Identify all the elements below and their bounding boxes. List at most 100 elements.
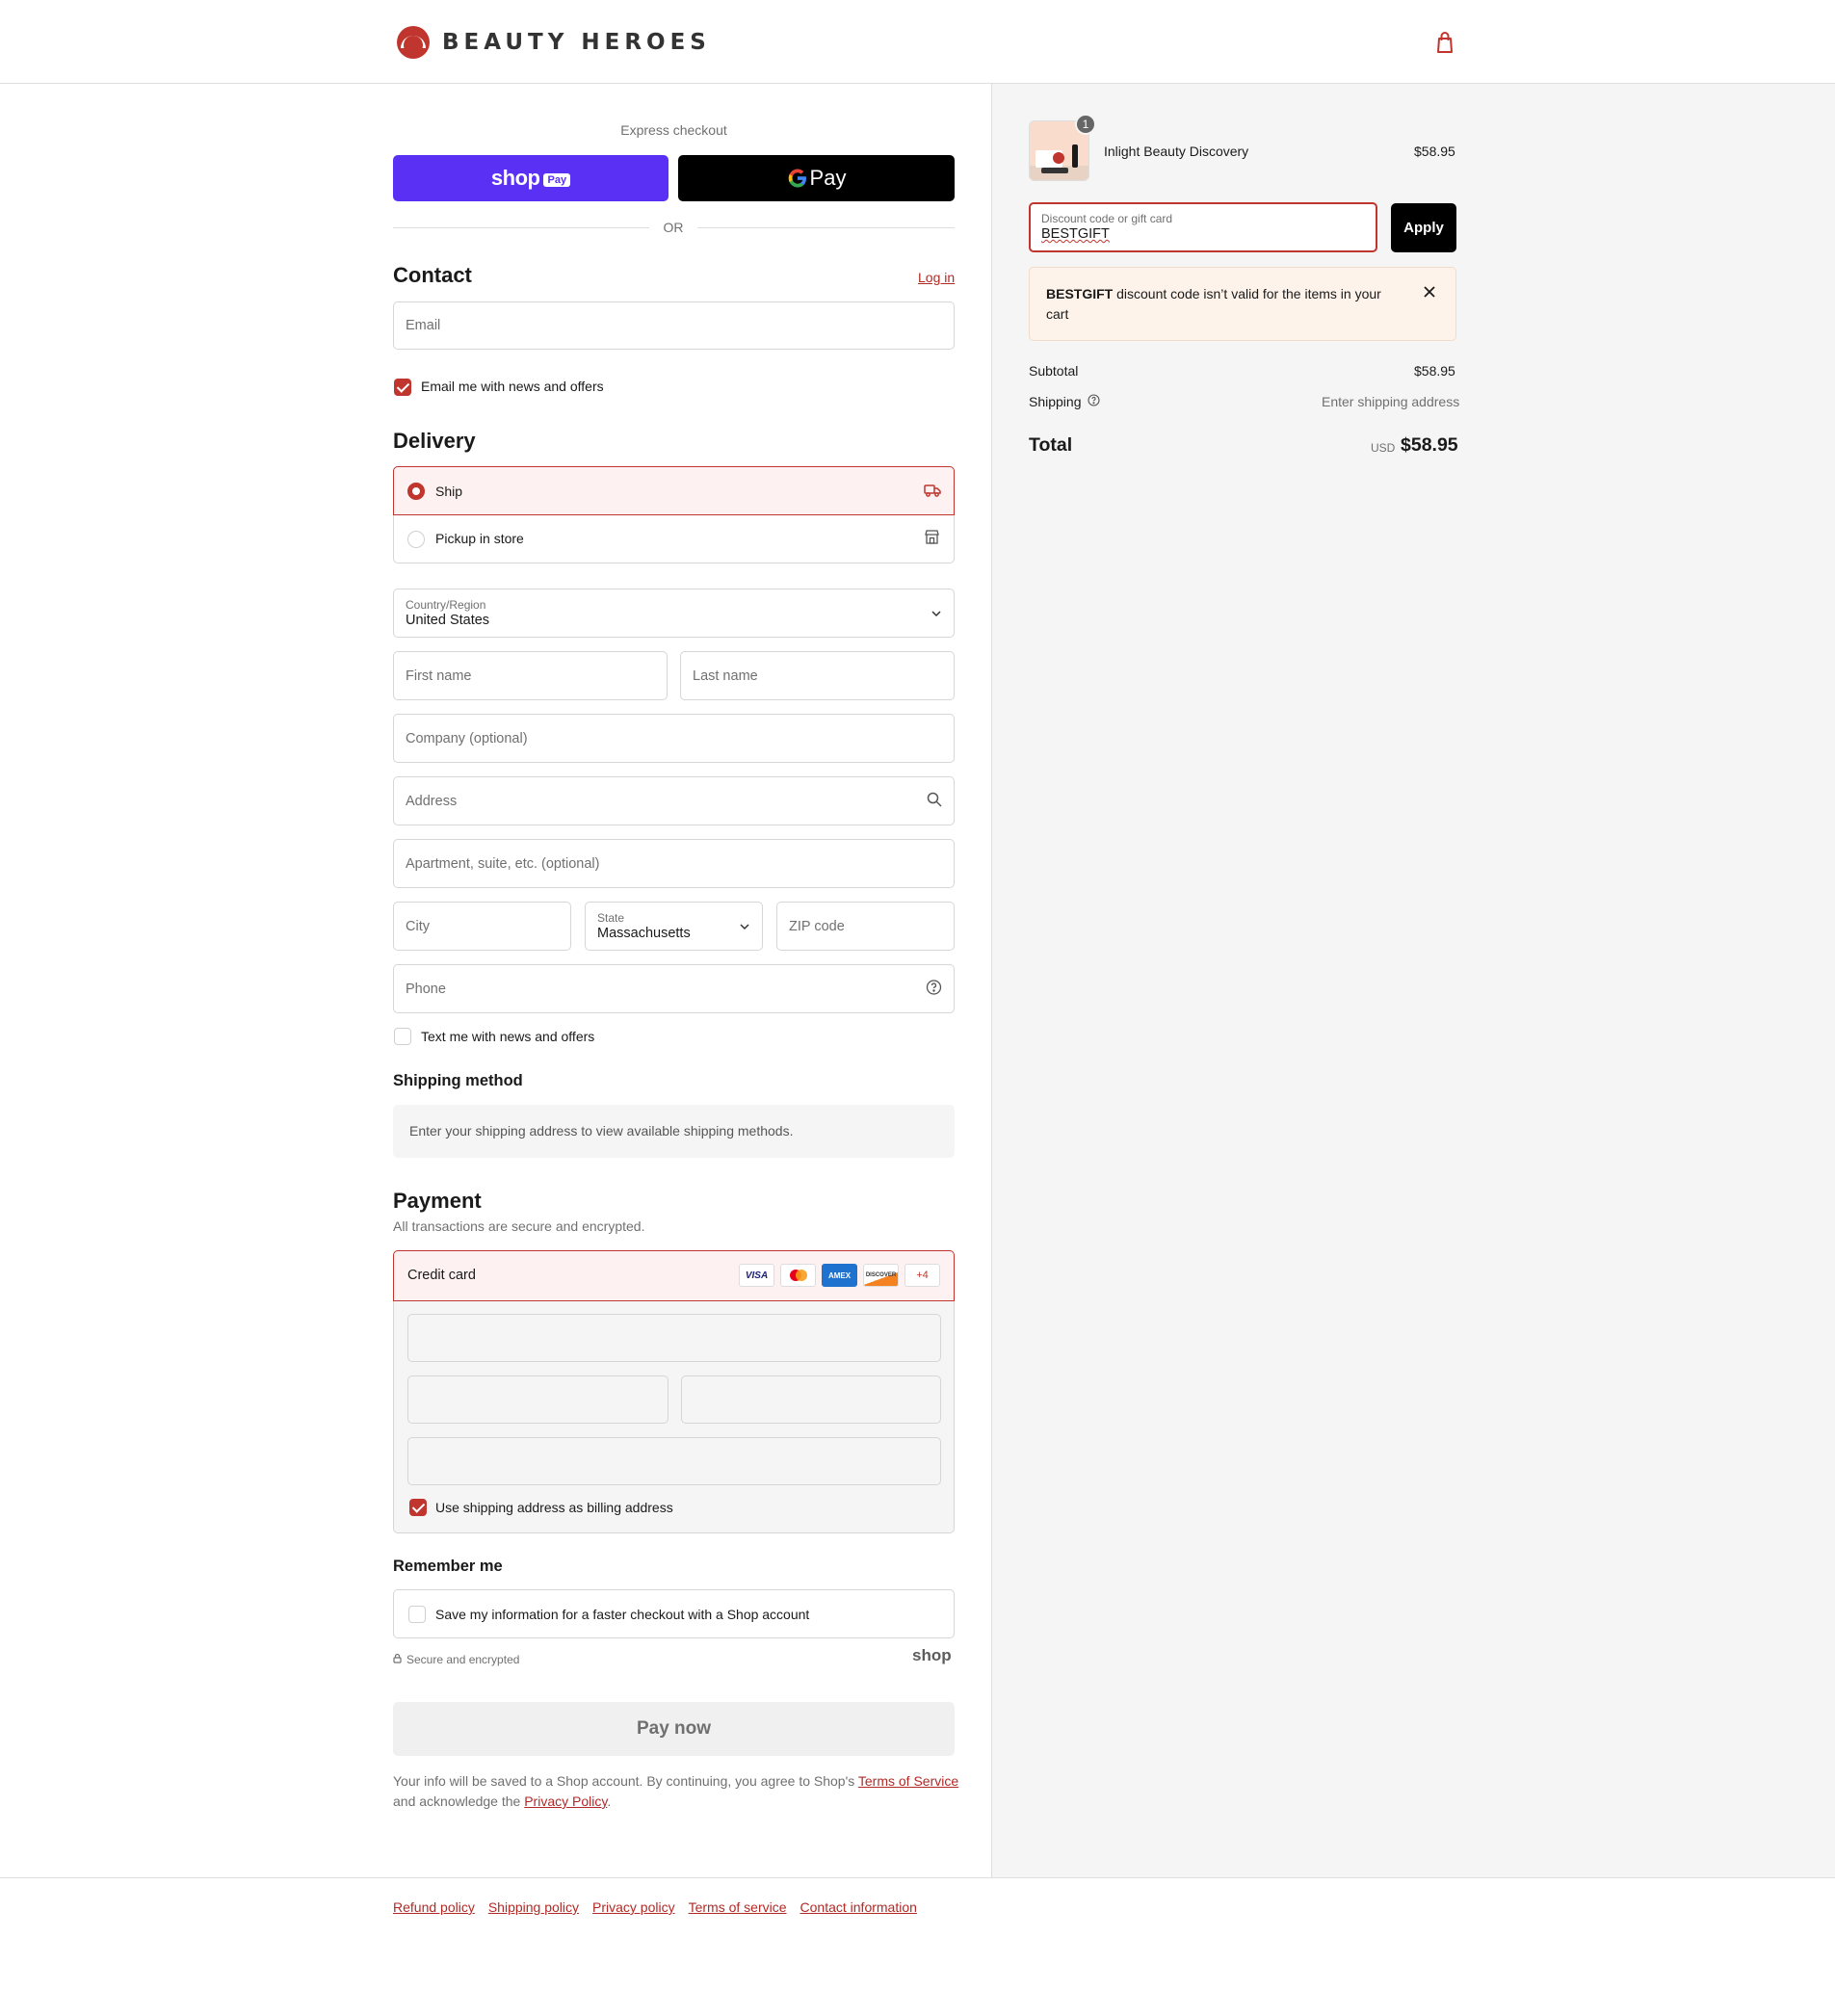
secure-text: Secure and encrypted: [406, 1653, 520, 1666]
address-placeholder: Address: [406, 793, 458, 809]
remember-me-box[interactable]: Save my information for a faster checkou…: [393, 1589, 955, 1638]
terms-of-service-footer-link[interactable]: Terms of service: [689, 1899, 787, 1915]
shipping-label: Shipping: [1029, 394, 1082, 409]
apartment-field[interactable]: Apartment, suite, etc. (optional): [393, 839, 955, 888]
google-g-icon: [787, 168, 808, 189]
search-icon: [927, 792, 942, 811]
delivery-option-pickup[interactable]: Pickup in store: [393, 515, 955, 563]
discount-error-code: BESTGIFT: [1046, 286, 1114, 301]
or-divider-text: OR: [663, 220, 684, 235]
total-value: $58.95: [1401, 434, 1458, 456]
delivery-heading: Delivery: [393, 429, 476, 453]
shop-pay-button[interactable]: shop Pay: [393, 155, 668, 201]
first-name-field[interactable]: First name: [393, 651, 668, 700]
amex-icon: AMEX: [822, 1264, 857, 1287]
legal-text-1: Your info will be saved to a Shop accoun…: [393, 1773, 858, 1789]
express-checkout-title: Express checkout: [620, 122, 727, 138]
shop-logo: shop: [912, 1646, 952, 1664]
contact-information-link[interactable]: Contact information: [800, 1899, 917, 1915]
text-news-label: Text me with news and offers: [421, 1029, 595, 1044]
legal-text-3: .: [607, 1793, 612, 1809]
mastercard-icon: [780, 1264, 816, 1287]
product-price: $58.95: [1414, 144, 1455, 159]
google-pay-text: Pay: [809, 166, 847, 190]
credit-card-label: Credit card: [407, 1268, 476, 1283]
refund-policy-link[interactable]: Refund policy: [393, 1899, 475, 1915]
city-placeholder: City: [406, 918, 430, 934]
subtotal-value: $58.95: [1414, 363, 1455, 379]
email-news-checkbox[interactable]: [394, 379, 411, 396]
payment-subtitle: All transactions are secure and encrypte…: [393, 1218, 645, 1234]
card-number-field[interactable]: [407, 1314, 941, 1362]
lock-icon: [393, 1653, 402, 1666]
shop-pay-text: shop: [490, 166, 540, 190]
currency-label: USD: [1371, 441, 1396, 455]
shipping-help-icon[interactable]: [1087, 394, 1100, 409]
last-name-field[interactable]: Last name: [680, 651, 955, 700]
divider-right: [697, 227, 955, 228]
legal-text: Your info will be saved to a Shop accoun…: [393, 1771, 961, 1812]
company-field[interactable]: Company (optional): [393, 714, 955, 763]
country-select[interactable]: Country/Region United States: [393, 589, 955, 638]
google-pay-button[interactable]: Pay: [678, 155, 955, 201]
first-name-placeholder: First name: [406, 668, 472, 684]
pickup-label: Pickup in store: [435, 531, 524, 546]
billing-same-label: Use shipping address as billing address: [435, 1500, 673, 1515]
help-circle-icon[interactable]: [926, 979, 942, 999]
country-value: United States: [406, 613, 490, 628]
discount-code-label: Discount code or gift card: [1041, 212, 1173, 225]
shipping-policy-link[interactable]: Shipping policy: [488, 1899, 579, 1915]
ship-label: Ship: [435, 484, 463, 499]
discount-code-value: BESTGIFT: [1041, 226, 1110, 242]
text-news-checkbox[interactable]: [394, 1028, 411, 1045]
zip-field[interactable]: ZIP code: [776, 902, 955, 951]
phone-placeholder: Phone: [406, 981, 446, 997]
brand-name: BEAUTY HEROES: [442, 30, 711, 55]
login-link[interactable]: Log in: [918, 270, 955, 285]
shop-pay-badge: Pay: [543, 172, 571, 187]
email-field[interactable]: Email: [393, 301, 955, 350]
apartment-placeholder: Apartment, suite, etc. (optional): [406, 855, 600, 872]
state-select[interactable]: State Massachusetts: [585, 902, 763, 951]
apply-button[interactable]: Apply: [1391, 203, 1456, 252]
payment-heading: Payment: [393, 1189, 482, 1213]
state-label: State: [597, 911, 625, 925]
save-info-checkbox[interactable]: [408, 1606, 426, 1623]
item-quantity-badge: 1: [1075, 114, 1096, 135]
cart-bag-icon[interactable]: [1433, 30, 1456, 55]
discount-code-field[interactable]: Discount code or gift card BESTGIFT: [1029, 202, 1377, 252]
name-on-card-field[interactable]: [407, 1437, 941, 1485]
footer-divider: [0, 1877, 1835, 1878]
phone-field[interactable]: Phone: [393, 964, 955, 1013]
city-field[interactable]: City: [393, 902, 571, 951]
address-field[interactable]: Address: [393, 776, 955, 825]
email-placeholder: Email: [406, 318, 441, 333]
country-label: Country/Region: [406, 598, 486, 612]
cvv-field[interactable]: [681, 1375, 941, 1424]
pay-now-button[interactable]: Pay now: [393, 1702, 955, 1756]
header: BEAUTY HEROES: [0, 0, 1835, 84]
shipping-method-heading: Shipping method: [393, 1072, 523, 1089]
ship-radio[interactable]: [407, 483, 425, 500]
delivery-option-ship[interactable]: Ship: [393, 466, 955, 515]
shipping-method-box: Enter your shipping address to view avai…: [393, 1105, 955, 1158]
more-cards-badge: +4: [904, 1264, 940, 1287]
brand-logo[interactable]: BEAUTY HEROES: [396, 23, 711, 62]
terms-of-service-link[interactable]: Terms of Service: [858, 1773, 958, 1789]
expiry-field[interactable]: [407, 1375, 668, 1424]
secure-note: Secure and encrypted: [393, 1653, 519, 1666]
privacy-policy-link[interactable]: Privacy Policy: [524, 1793, 607, 1809]
shipping-value: Enter shipping address: [1322, 394, 1460, 409]
company-placeholder: Company (optional): [406, 730, 528, 746]
store-icon: [924, 529, 940, 549]
billing-same-checkbox[interactable]: [409, 1499, 427, 1516]
close-icon[interactable]: [1424, 286, 1435, 301]
pickup-radio[interactable]: [407, 531, 425, 548]
shipping-row-label: Shipping: [1029, 394, 1100, 409]
chevron-down-icon: [931, 606, 942, 621]
discount-error-message: BESTGIFT discount code isn’t valid for t…: [1046, 284, 1393, 325]
last-name-placeholder: Last name: [693, 668, 758, 684]
privacy-policy-footer-link[interactable]: Privacy policy: [592, 1899, 675, 1915]
order-summary-panel: [991, 84, 1835, 1877]
state-value: Massachusetts: [597, 926, 691, 941]
